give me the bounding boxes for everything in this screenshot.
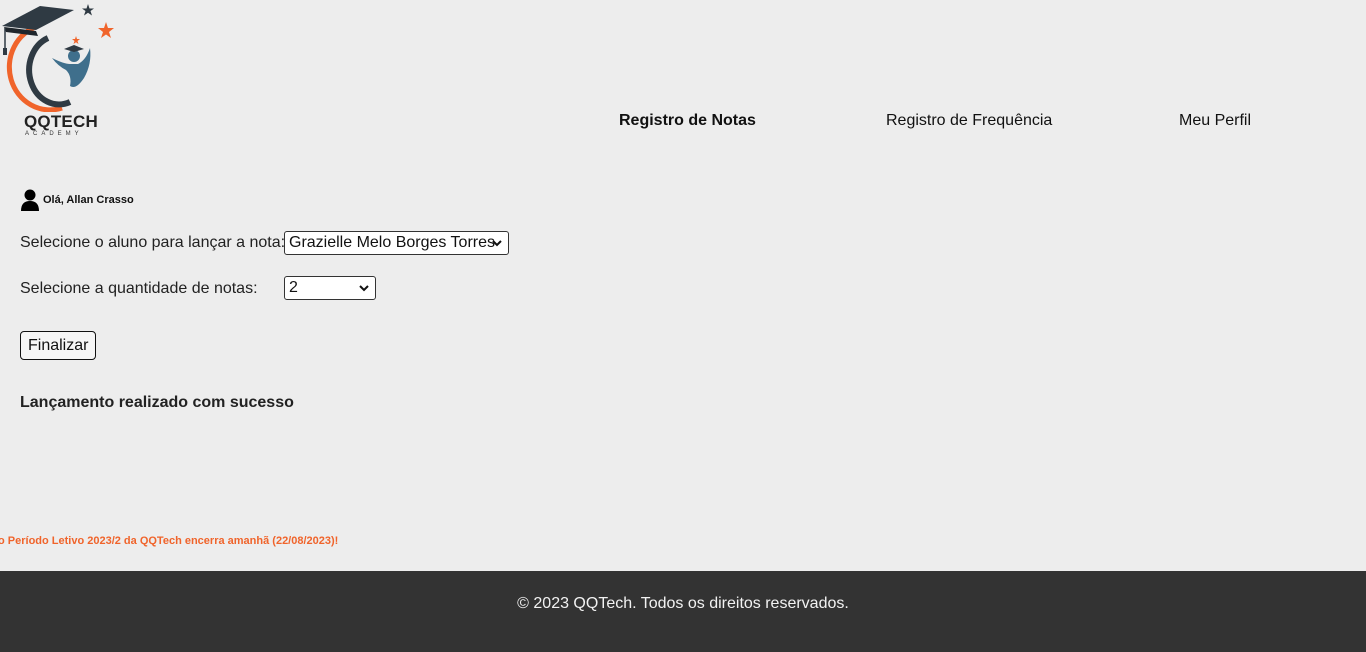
logo[interactable]: QQTECH ACADEMY xyxy=(0,0,122,142)
page: QQTECH ACADEMY Registro de Notas Registr… xyxy=(0,0,1366,652)
greeting-text: Olá, Allan Crasso xyxy=(43,194,134,206)
logo-name: QQTECH xyxy=(24,112,98,131)
period-notice: o Período Letivo 2023/2 da QQTech encerr… xyxy=(0,535,339,547)
quantidade-select[interactable]: 2 xyxy=(284,276,376,300)
user-icon xyxy=(21,189,39,211)
user-greeting: Olá, Allan Crasso xyxy=(20,189,134,211)
nav-link-registro-notas[interactable]: Registro de Notas xyxy=(619,112,756,130)
finalizar-button[interactable]: Finalizar xyxy=(20,331,97,360)
quantidade-select-value: 2 xyxy=(289,279,298,296)
chevron-down-icon xyxy=(359,285,369,292)
success-message: Lançamento realizado com sucesso xyxy=(20,394,294,411)
nav-link-registro-frequencia[interactable]: Registro de Frequência xyxy=(886,112,1052,130)
logo-tagline: ACADEMY xyxy=(25,131,83,137)
quantidade-label: Selecione a quantidade de notas: xyxy=(20,280,258,297)
aluno-select[interactable]: Grazielle Melo Borges Torres xyxy=(284,231,509,255)
footer: © 2023 QQTech. Todos os direitos reserva… xyxy=(0,571,1366,652)
logo-emblem-icon xyxy=(2,4,114,113)
nav-link-meu-perfil[interactable]: Meu Perfil xyxy=(1179,112,1251,130)
chevron-down-icon xyxy=(492,240,502,247)
aluno-select-value: Grazielle Melo Borges Torres xyxy=(289,234,496,251)
aluno-label: Selecione o aluno para lançar a nota: xyxy=(20,234,286,251)
footer-copyright: © 2023 QQTech. Todos os direitos reserva… xyxy=(517,595,849,612)
